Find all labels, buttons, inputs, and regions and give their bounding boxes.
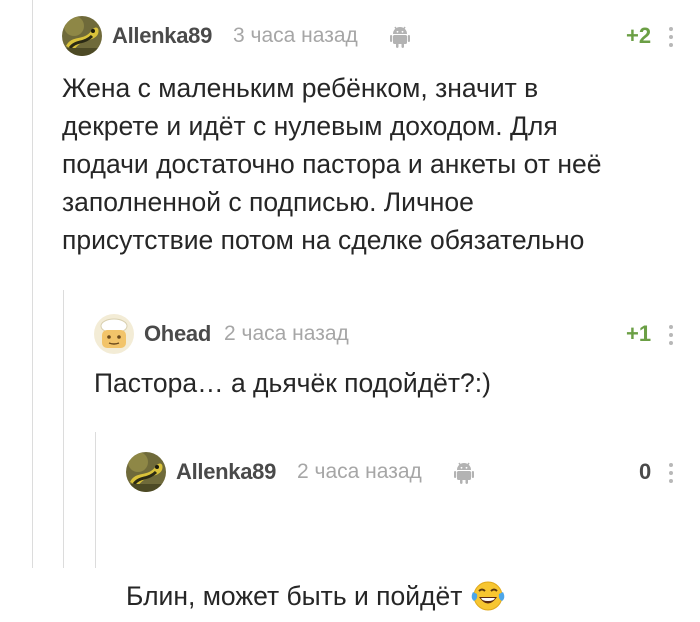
timestamp[interactable]: 2 часа назад bbox=[297, 460, 422, 484]
laughing-tears-emoji-icon bbox=[470, 542, 506, 622]
timestamp[interactable]: 3 часа назад bbox=[233, 24, 358, 48]
username[interactable]: Allenka89 bbox=[176, 459, 276, 485]
comment: Ohead 2 часа назад +1 Пастора… а дьячёк … bbox=[94, 314, 700, 414]
comment: Allenka89 3 часа назад +2 Жена с маленьк… bbox=[62, 16, 700, 266]
comment-rating[interactable]: 0 bbox=[639, 459, 651, 485]
avatar[interactable] bbox=[62, 16, 102, 56]
comment-header: Allenka89 3 часа назад +2 bbox=[62, 16, 700, 56]
thread-line-level-3[interactable] bbox=[95, 432, 96, 568]
thread-line-level-2[interactable] bbox=[63, 290, 64, 568]
username[interactable]: Ohead bbox=[144, 321, 211, 347]
more-options-icon[interactable] bbox=[668, 463, 674, 483]
username[interactable]: Allenka89 bbox=[112, 23, 212, 49]
comment-header: Ohead 2 часа назад +1 bbox=[94, 314, 700, 354]
avatar[interactable] bbox=[126, 452, 166, 492]
comment-header: Allenka89 2 часа назад 0 bbox=[126, 452, 700, 492]
avatar[interactable] bbox=[94, 314, 134, 354]
comment-text-content: Блин, может быть и пойдёт bbox=[126, 581, 463, 611]
comment-rating[interactable]: +2 bbox=[626, 23, 651, 49]
more-options-icon[interactable] bbox=[668, 27, 674, 47]
comment-text: Пастора… а дьячёк подойдёт?:) bbox=[94, 368, 491, 398]
android-icon bbox=[390, 25, 410, 53]
comment-text: Блин, может быть и пойдёт bbox=[126, 504, 686, 622]
more-options-icon[interactable] bbox=[668, 325, 674, 345]
thread-line-level-1[interactable] bbox=[32, 0, 33, 568]
comment-rating[interactable]: +1 bbox=[626, 321, 651, 347]
timestamp[interactable]: 2 часа назад bbox=[224, 322, 349, 346]
comment: Allenka89 2 часа назад 0 Блин, может быт… bbox=[126, 452, 700, 611]
comment-text: Жена с маленьким ребёнком, значит в декр… bbox=[62, 73, 602, 255]
android-icon bbox=[454, 461, 474, 489]
